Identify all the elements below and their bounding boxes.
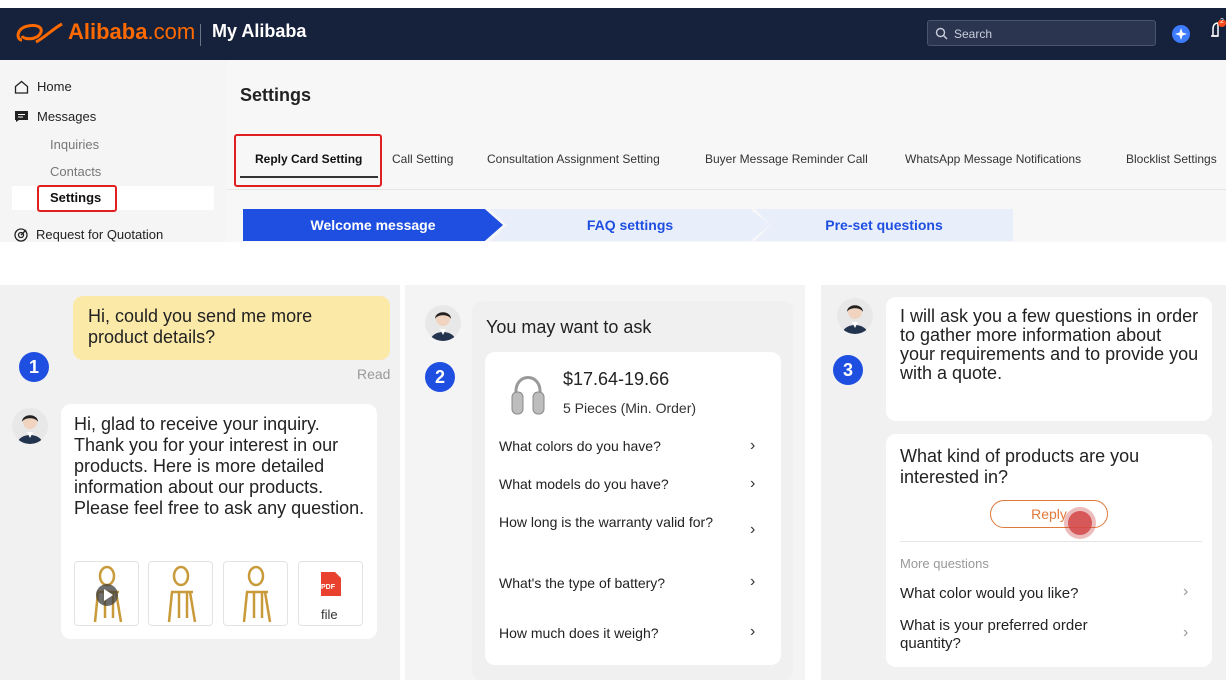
home-icon bbox=[14, 80, 29, 94]
file-label: file bbox=[321, 607, 338, 622]
step-label: Welcome message bbox=[310, 217, 436, 233]
step-preset-questions[interactable]: Pre-set questions bbox=[755, 209, 1013, 241]
product-image-thumbnail[interactable] bbox=[223, 561, 288, 626]
step-label: Pre-set questions bbox=[825, 217, 943, 233]
chevron-right-icon: › bbox=[750, 623, 756, 640]
faq-question[interactable]: What colors do you have? bbox=[499, 438, 729, 455]
page-title: Settings bbox=[240, 85, 312, 105]
sidebar-item-label: Inquiries bbox=[50, 137, 100, 152]
intro-text: I will ask you a few questions in order … bbox=[900, 306, 1199, 383]
sidebar-item-label: Home bbox=[37, 79, 72, 94]
message-icon bbox=[15, 111, 28, 122]
divider bbox=[900, 541, 1202, 542]
tab-call-setting[interactable]: Call Setting bbox=[392, 152, 453, 166]
notification-badge: 2 bbox=[1220, 18, 1224, 25]
sidebar-item-messages[interactable]: Messages bbox=[14, 109, 96, 124]
avatar bbox=[837, 298, 873, 334]
step-number-badge: 3 bbox=[833, 355, 863, 385]
more-question-item[interactable]: What is your preferred order quantity? bbox=[900, 617, 1140, 653]
faq-heading: You may want to ask bbox=[486, 317, 652, 337]
search-icon bbox=[935, 27, 948, 40]
seller-reply-text: Hi, glad to receive your inquiry. Thank … bbox=[74, 414, 365, 518]
faq-question[interactable]: What models do you have? bbox=[499, 476, 729, 493]
avatar bbox=[425, 305, 461, 341]
product-moq: 5 Pieces (Min. Order) bbox=[563, 400, 697, 416]
sidebar-item-label: Messages bbox=[37, 109, 97, 124]
ai-assistant-icon[interactable] bbox=[1172, 25, 1190, 43]
sidebar-item-contacts[interactable]: Contacts bbox=[50, 164, 101, 179]
tab-buyer-reminder-call[interactable]: Buyer Message Reminder Call bbox=[705, 152, 868, 166]
sidebar-item-label: Request for Quotation bbox=[36, 227, 164, 242]
chevron-right-icon: › bbox=[750, 521, 756, 538]
tab-whatsapp-notifications[interactable]: WhatsApp Message Notifications bbox=[905, 152, 1081, 166]
faq-question[interactable]: How long is the warranty valid for? bbox=[499, 514, 724, 531]
sidebar-item-inquiries[interactable]: Inquiries bbox=[50, 137, 99, 152]
step-faq-settings[interactable]: FAQ settings bbox=[490, 209, 770, 241]
buyer-message-text: Hi, could you send me more product detai… bbox=[88, 306, 313, 347]
faq-question[interactable]: How much does it weigh? bbox=[499, 625, 729, 642]
sidebar-item-rfq[interactable]: Request for Quotation bbox=[14, 227, 163, 242]
chevron-right-icon: › bbox=[750, 475, 756, 492]
step-number-badge: 2 bbox=[425, 362, 455, 392]
chevron-right-icon: › bbox=[750, 437, 756, 454]
chevron-right-icon: › bbox=[1183, 624, 1189, 641]
sidebar-item-home[interactable]: Home bbox=[14, 79, 72, 94]
search-placeholder: Search bbox=[954, 27, 993, 41]
tab-consultation-assignment[interactable]: Consultation Assignment Setting bbox=[487, 152, 660, 166]
target-icon bbox=[14, 227, 28, 242]
search-input[interactable]: Search bbox=[927, 20, 1156, 46]
intro-bubble: I will ask you a few questions in order … bbox=[886, 297, 1212, 421]
sidebar-item-label: Contacts bbox=[50, 164, 102, 179]
product-video-thumbnail[interactable] bbox=[74, 561, 139, 626]
read-status: Read bbox=[357, 366, 391, 382]
more-question-item[interactable]: What color would you like? bbox=[900, 585, 1160, 603]
step-number-badge: 1 bbox=[19, 352, 49, 382]
section-title[interactable]: My Alibaba bbox=[212, 21, 306, 42]
buyer-message-bubble: Hi, could you send me more product detai… bbox=[73, 296, 390, 360]
brand-name[interactable]: Alibaba.com bbox=[68, 19, 195, 45]
top-navigation-bar: Alibaba.com My Alibaba Search 2 bbox=[0, 8, 1226, 60]
pdf-file-attachment[interactable]: PDF file bbox=[298, 561, 363, 626]
avatar bbox=[12, 408, 48, 444]
headphones-product-icon bbox=[511, 376, 545, 415]
reply-card-tab-highlight-box bbox=[234, 134, 382, 187]
product-image-thumbnail[interactable] bbox=[148, 561, 213, 626]
chevron-right-icon: › bbox=[750, 573, 756, 590]
step-label: FAQ settings bbox=[586, 217, 674, 233]
tab-blocklist-settings[interactable]: Blocklist Settings bbox=[1126, 152, 1217, 166]
chevron-right-icon: › bbox=[1183, 583, 1189, 600]
brand-divider bbox=[200, 24, 201, 46]
more-questions-label: More questions bbox=[900, 556, 989, 571]
step-welcome-message[interactable]: Welcome message bbox=[243, 209, 503, 241]
preset-question-text: What kind of products are you interested… bbox=[900, 446, 1140, 487]
alibaba-logo-icon[interactable] bbox=[14, 18, 66, 48]
product-price: $17.64-19.66 bbox=[563, 369, 670, 389]
sidebar-settings-highlight-box bbox=[37, 185, 117, 212]
faq-question[interactable]: What's the type of battery? bbox=[499, 575, 729, 592]
click-indicator-dot bbox=[1068, 511, 1092, 535]
pdf-label: PDF bbox=[321, 584, 335, 591]
